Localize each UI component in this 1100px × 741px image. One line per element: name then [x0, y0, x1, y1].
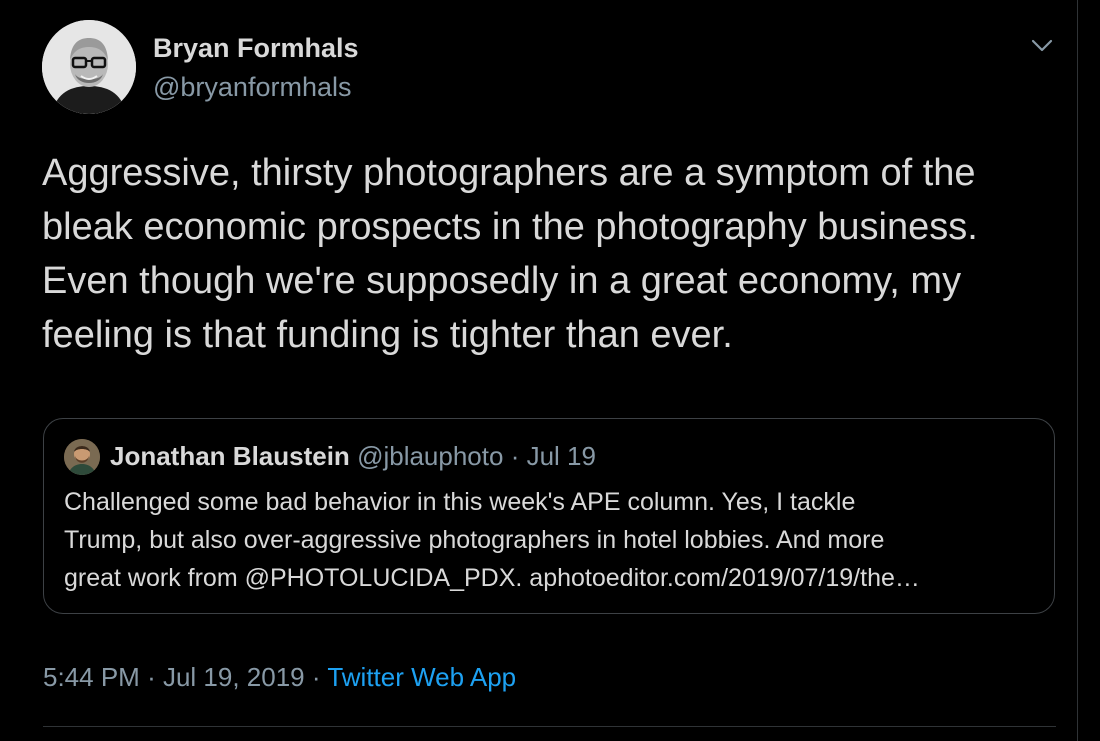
author-avatar[interactable] — [42, 20, 136, 114]
chevron-down-icon[interactable] — [1028, 34, 1056, 58]
meta-separator: · — [147, 662, 156, 692]
tweet-source-link[interactable]: Twitter Web App — [327, 662, 516, 692]
tweet-date[interactable]: Jul 19, 2019 — [163, 662, 305, 692]
meta-separator: · — [311, 662, 321, 692]
author-handle[interactable]: @bryanformhals — [153, 72, 351, 103]
quoted-tweet-text: Challenged some bad behavior in this wee… — [64, 488, 920, 592]
quoted-tweet-header: Jonathan Blaustein @jblauphoto · Jul 19 — [110, 441, 596, 472]
quoted-date: Jul 19 — [526, 441, 596, 471]
divider — [43, 726, 1056, 727]
tweet-text: Aggressive, thirsty photographers are a … — [42, 152, 978, 356]
quoted-separator: · — [510, 441, 520, 471]
quoted-author-name: Jonathan Blaustein — [110, 441, 350, 471]
quoted-tweet[interactable]: Jonathan Blaustein @jblauphoto · Jul 19 … — [43, 418, 1055, 614]
person-photo-icon — [42, 20, 136, 114]
tweet-metadata: 5:44 PM · Jul 19, 2019 · Twitter Web App — [43, 662, 516, 693]
quoted-author-avatar — [64, 439, 100, 475]
author-name[interactable]: Bryan Formhals — [153, 33, 359, 64]
person-photo-icon — [64, 439, 100, 475]
tweet-card: Bryan Formhals @bryanformhals Aggressive… — [0, 0, 1078, 741]
tweet-time[interactable]: 5:44 PM — [43, 662, 140, 692]
quoted-author-handle: @jblauphoto — [357, 441, 504, 471]
